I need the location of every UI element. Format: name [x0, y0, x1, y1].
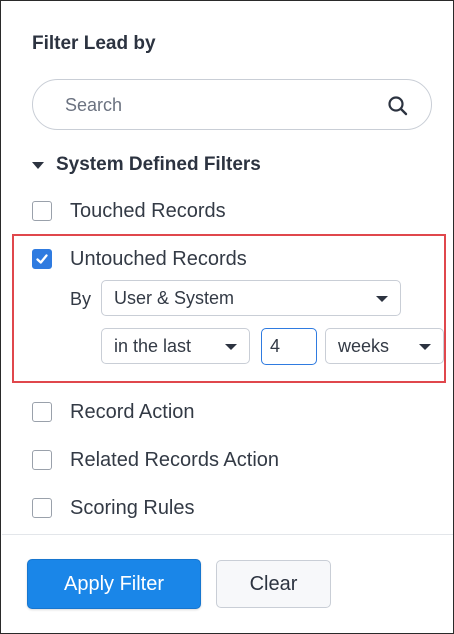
by-select-value: User & System — [114, 287, 235, 308]
search-placeholder[interactable]: Search — [65, 95, 122, 116]
filter-untouched-records[interactable]: Untouched Records — [32, 246, 247, 272]
filter-panel: Filter Lead by Search System Defined Fil… — [0, 0, 454, 634]
period-select[interactable]: in the last — [101, 328, 250, 364]
unit-select-value: weeks — [338, 335, 390, 356]
count-input[interactable] — [261, 328, 317, 365]
footer-divider — [2, 534, 453, 535]
search-box[interactable]: Search — [32, 79, 432, 130]
period-select-value: in the last — [114, 335, 192, 356]
chevron-down-icon — [376, 296, 388, 302]
apply-filter-button[interactable]: Apply Filter — [27, 559, 201, 609]
checkbox-checked[interactable] — [32, 249, 52, 269]
by-select[interactable]: User & System — [101, 280, 401, 316]
section-toggle-system-defined[interactable]: System Defined Filters — [32, 152, 261, 178]
chevron-down-icon — [419, 344, 431, 350]
filter-label: Scoring Rules — [70, 496, 195, 519]
filter-touched-records[interactable]: Touched Records — [32, 198, 226, 224]
filter-label: Untouched Records — [70, 247, 247, 270]
filter-label: Related Records Action — [70, 448, 280, 471]
clear-button[interactable]: Clear — [216, 560, 331, 608]
checkbox[interactable] — [32, 201, 52, 221]
filter-record-action[interactable]: Record Action — [32, 399, 195, 425]
filter-related-records-action[interactable]: Related Records Action — [32, 447, 279, 473]
filter-label: Record Action — [70, 400, 195, 423]
caret-down-icon — [32, 162, 44, 169]
filter-scoring-rules[interactable]: Scoring Rules — [32, 495, 195, 521]
unit-select[interactable]: weeks — [325, 328, 444, 364]
by-label: By — [70, 289, 92, 309]
search-icon[interactable] — [387, 95, 409, 117]
check-icon — [36, 254, 48, 264]
checkbox[interactable] — [32, 498, 52, 518]
checkbox[interactable] — [32, 402, 52, 422]
chevron-down-icon — [225, 344, 237, 350]
panel-title: Filter Lead by — [32, 33, 156, 54]
checkbox[interactable] — [32, 450, 52, 470]
filter-label: Touched Records — [70, 199, 226, 222]
section-label: System Defined Filters — [56, 154, 261, 175]
